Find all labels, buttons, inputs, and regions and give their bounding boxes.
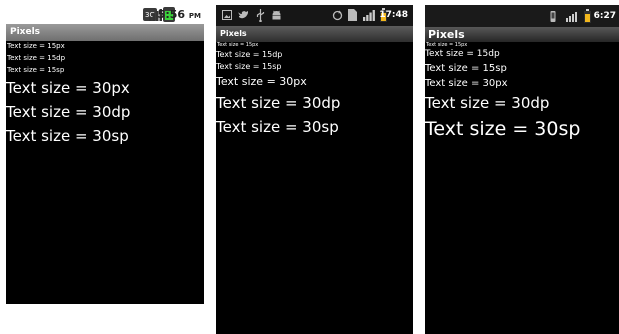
app-title-bar: Pixels (216, 26, 413, 42)
app-title: Pixels (220, 29, 247, 38)
text-size-list: Text size = 15px Text size = 15dp Text s… (425, 42, 619, 334)
twitter-icon (238, 11, 248, 19)
battery-icon (584, 9, 591, 23)
app-title: Pixels (10, 27, 41, 37)
status-bar: 17:48 (216, 5, 413, 26)
sync-icon (332, 10, 343, 21)
text-line-30sp: Text size = 30sp (425, 118, 581, 140)
status-clock: 5:56 PM (157, 8, 201, 21)
status-bar: 6:27 (425, 5, 619, 27)
phone-screen-3: 6:27 Pixels Text size = 15px Text size =… (425, 5, 619, 334)
text-line-15dp: Text size = 15dp (216, 50, 283, 59)
sd-card-icon (348, 9, 357, 21)
status-bar: 3G 5:56 PM (6, 5, 204, 24)
text-line-30px: Text size = 30px (425, 78, 508, 89)
text-size-list: Text size = 15px Text size = 15dp Text s… (216, 42, 413, 334)
vibrate-icon (550, 11, 556, 22)
text-line-30sp: Text size = 30sp (216, 118, 339, 136)
signal-bars-icon (363, 10, 375, 21)
status-clock: 17:48 (379, 10, 408, 20)
phone-screen-1: 3G 5:56 PM Pixels Text size = 15px Text … (6, 5, 204, 304)
text-line-30dp: Text size = 30dp (6, 103, 131, 121)
text-line-15dp: Text size = 15dp (7, 54, 66, 62)
text-line-15sp: Text size = 15sp (216, 62, 282, 71)
text-line-15px: Text size = 15px (217, 42, 259, 48)
text-size-list: Text size = 15px Text size = 15dp Text s… (6, 41, 204, 304)
text-line-15sp: Text size = 15sp (425, 63, 507, 74)
text-line-30sp: Text size = 30sp (6, 127, 129, 145)
text-line-30dp: Text size = 30dp (425, 94, 550, 112)
android-icon (272, 10, 281, 20)
image-icon (222, 10, 232, 20)
text-line-30dp: Text size = 30dp (216, 94, 341, 112)
app-title-bar: Pixels (6, 24, 204, 41)
text-line-30px: Text size = 30px (216, 75, 307, 88)
app-title: Pixels (428, 28, 465, 41)
text-line-15dp: Text size = 15dp (425, 49, 500, 59)
phone-screen-2: 17:48 Pixels Text size = 15px Text size … (216, 5, 413, 334)
signal-bars-icon (566, 12, 577, 22)
text-line-15px: Text size = 15px (7, 42, 65, 50)
text-line-30px: Text size = 30px (6, 79, 130, 97)
app-title-bar: Pixels (425, 27, 619, 42)
usb-icon (256, 9, 265, 22)
status-clock: 6:27 (593, 11, 616, 21)
text-line-15sp: Text size = 15sp (7, 66, 65, 74)
